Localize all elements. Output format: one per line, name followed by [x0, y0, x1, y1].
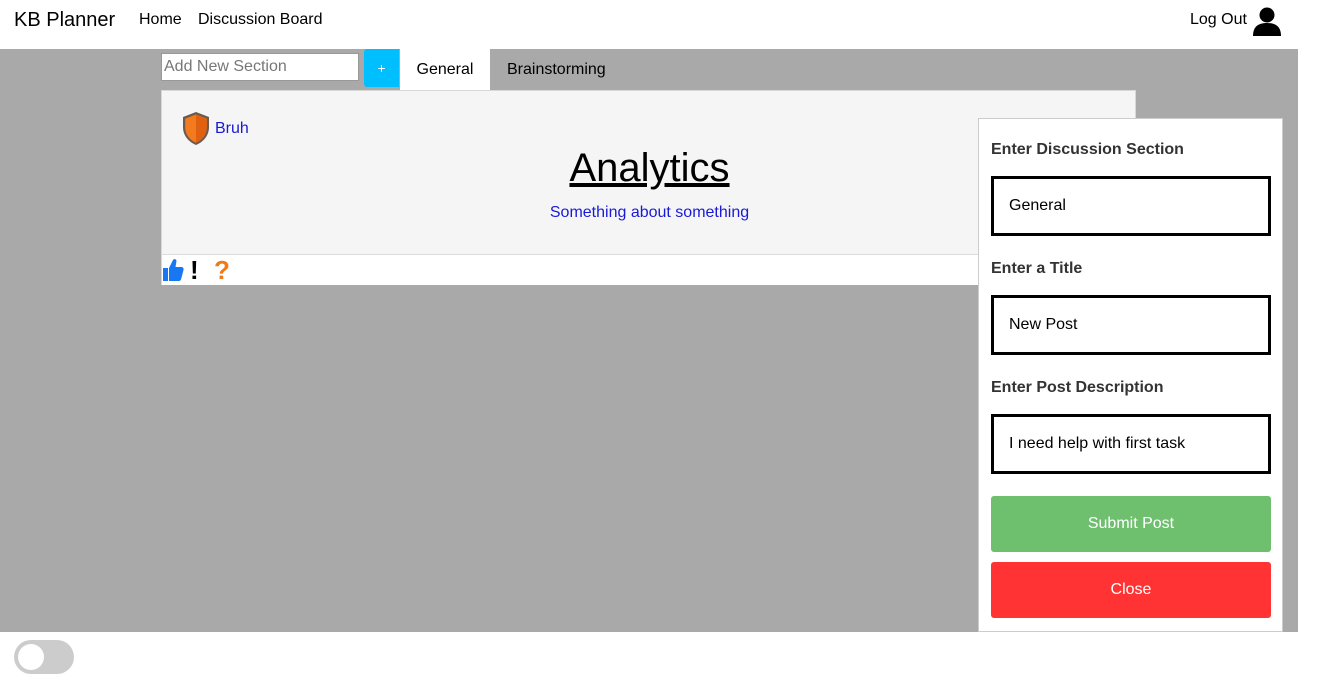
add-section-button[interactable]: + — [364, 49, 399, 87]
close-button[interactable]: Close — [991, 562, 1271, 618]
logout-link[interactable]: Log Out — [1190, 11, 1247, 29]
nav-home-link[interactable]: Home — [139, 11, 182, 29]
title-field[interactable] — [991, 295, 1271, 355]
theme-toggle[interactable] — [14, 640, 74, 674]
title-field-label: Enter a Title — [991, 260, 1083, 277]
tab-brainstorming[interactable]: Brainstorming — [491, 49, 622, 90]
thumbs-up-icon[interactable] — [162, 258, 184, 282]
section-field-label: Enter Discussion Section — [991, 141, 1184, 158]
user-icon[interactable] — [1252, 6, 1282, 36]
question-icon[interactable]: ? — [214, 257, 230, 283]
nav-discussion-board-link[interactable]: Discussion Board — [198, 11, 323, 29]
author-name-link[interactable]: Bruh — [215, 120, 249, 138]
description-field-label: Enter Post Description — [991, 379, 1164, 396]
tab-general[interactable]: General — [400, 49, 490, 90]
add-section-input[interactable] — [161, 53, 359, 81]
post-author: Bruh — [181, 111, 249, 146]
shield-icon — [183, 112, 209, 145]
submit-post-button[interactable]: Submit Post — [991, 496, 1271, 552]
section-field[interactable] — [991, 176, 1271, 236]
navbar: KB Planner Home Discussion Board Log Out — [0, 0, 1328, 49]
exclamation-icon[interactable]: ! — [190, 257, 199, 283]
description-field[interactable] — [991, 414, 1271, 474]
toggle-knob — [18, 644, 44, 670]
brand-logo[interactable]: KB Planner — [14, 9, 115, 32]
new-post-form: Enter Discussion Section Enter a Title E… — [978, 118, 1283, 632]
